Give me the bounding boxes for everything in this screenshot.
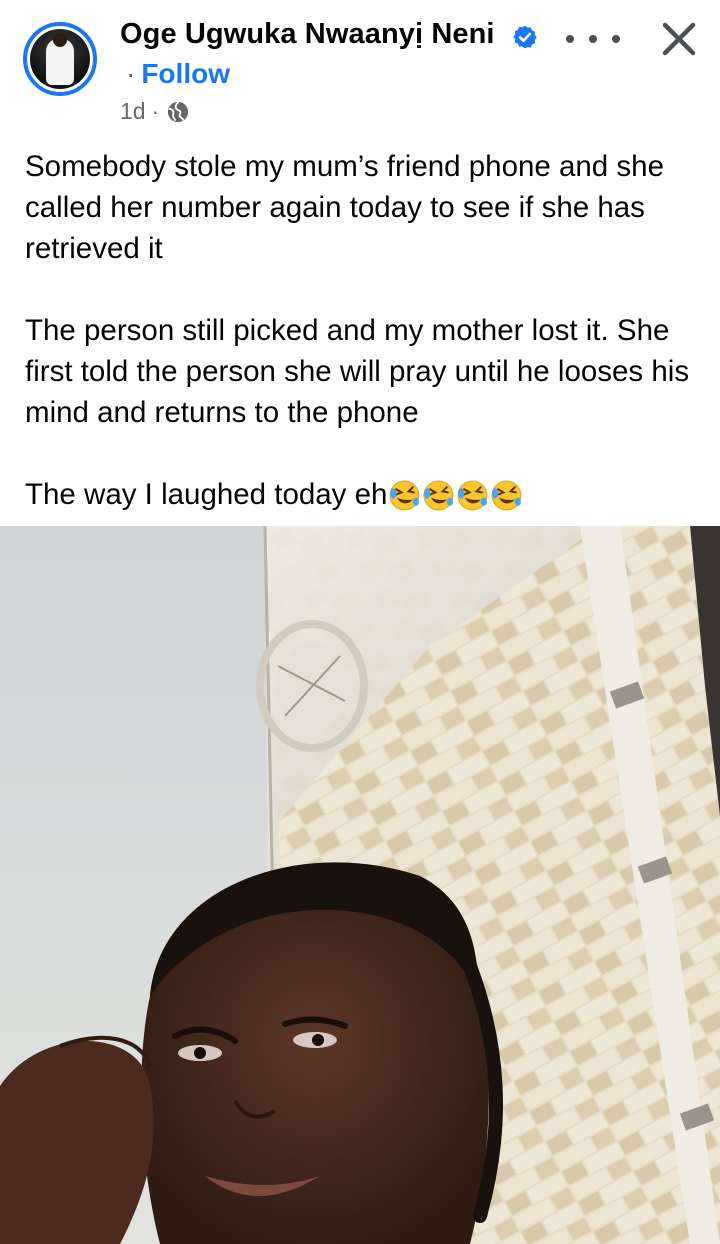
post-paragraph-text: The way I laughed today eh (25, 478, 388, 511)
laughing-emoji-icon (458, 480, 488, 511)
more-options-icon[interactable] (566, 26, 620, 52)
post-body: Somebody stole my mum’s friend phone and… (25, 146, 710, 515)
post-video[interactable] (0, 526, 720, 1244)
follow-row: · Follow (126, 58, 230, 90)
verified-badge-icon (513, 25, 537, 49)
close-icon[interactable] (654, 14, 704, 64)
laughing-emoji-icon (424, 480, 454, 511)
post-paragraph-last: The way I laughed today eh (25, 474, 710, 515)
post-paragraph: Somebody stole my mum’s friend phone and… (25, 150, 664, 265)
avatar-photo (30, 29, 90, 89)
laughing-emoji-icon (492, 480, 522, 511)
post-timestamp[interactable]: 1d (120, 98, 146, 125)
follow-separator: · (126, 58, 136, 89)
meta-separator: · (151, 98, 160, 124)
author-avatar[interactable] (23, 22, 97, 96)
author-name[interactable]: Oge Ugwuka Nwaanyị Neni (120, 18, 495, 51)
video-frame (0, 526, 720, 1244)
globe-icon[interactable] (167, 100, 189, 123)
follow-button[interactable]: Follow (141, 58, 230, 89)
post-meta: 1d · (120, 98, 189, 125)
post-paragraph: The person still picked and my mother lo… (25, 314, 690, 429)
post-header: Oge Ugwuka Nwaanyị Neni · Follow 1d · (0, 0, 720, 130)
laughing-emoji-icon (390, 480, 420, 511)
